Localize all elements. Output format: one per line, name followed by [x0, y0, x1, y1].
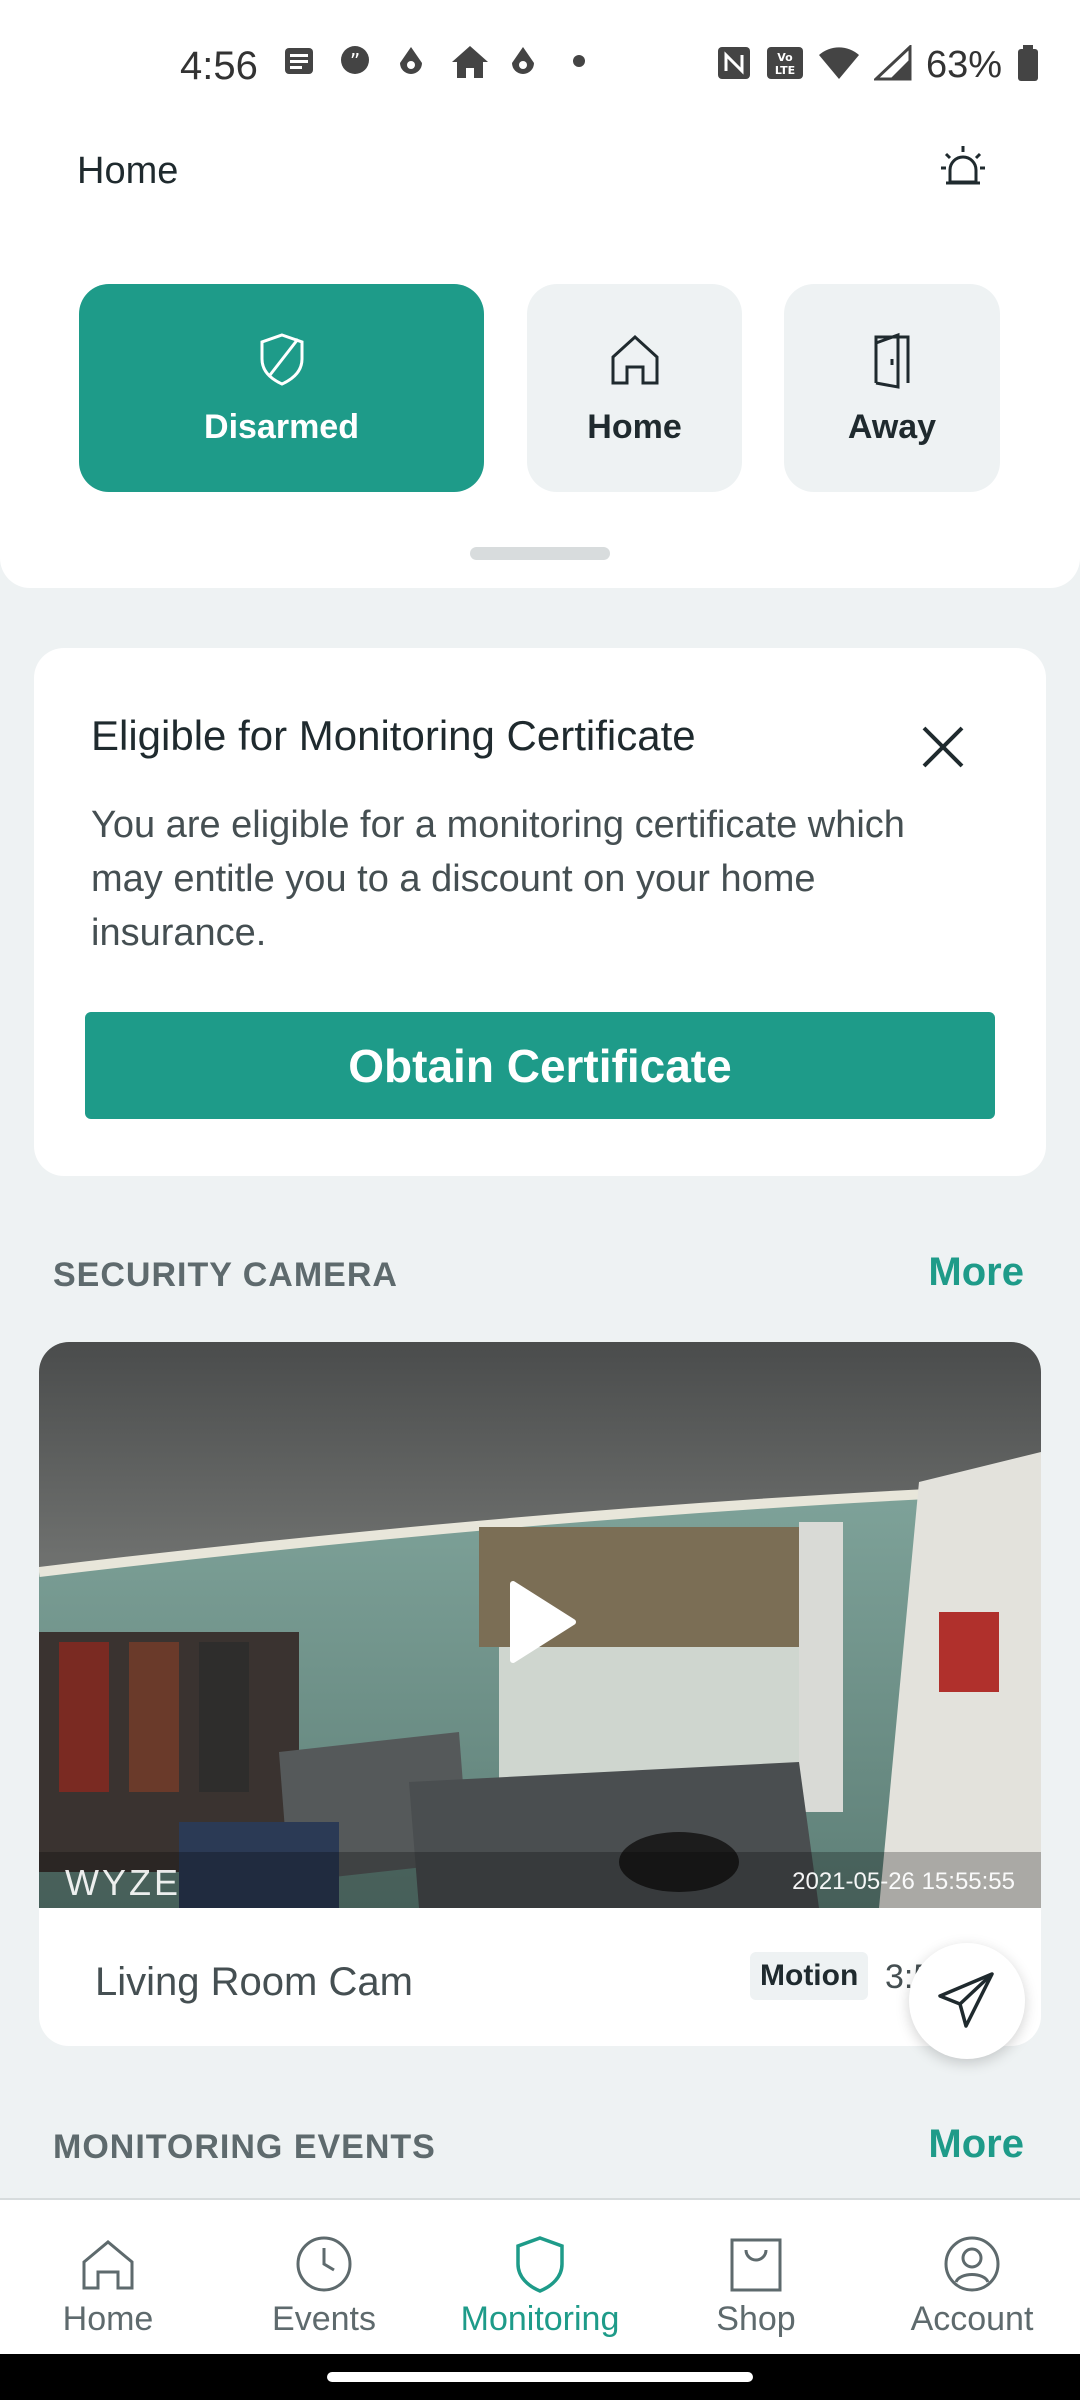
home-icon	[450, 44, 488, 78]
battery-icon	[1016, 44, 1040, 87]
mode-away-button[interactable]: Away	[784, 284, 1000, 492]
gesture-bar	[0, 2354, 1080, 2400]
home-icon	[78, 2234, 138, 2294]
camera-name: Living Room Cam	[95, 1960, 413, 2004]
security-camera-header: SECURITY CAMERA	[53, 1256, 398, 1294]
nav-label: Shop	[716, 2300, 796, 2338]
alarm-icon[interactable]	[938, 142, 988, 192]
shield-off-icon	[252, 329, 312, 394]
status-time: 4:56	[180, 44, 258, 88]
mode-label: Home	[587, 408, 682, 446]
battery-percentage: 63%	[925, 44, 1002, 86]
certificate-description: You are eligible for a monitoring certif…	[91, 804, 905, 954]
wifi-icon	[818, 45, 860, 86]
mode-sheet: Home Disarmed Home Away	[0, 130, 1080, 588]
home-icon	[605, 329, 665, 394]
nav-item-events[interactable]: Events	[216, 2200, 432, 2354]
camera-card[interactable]: WYZE 2021-05-26 15:55:55 Living Room Cam…	[39, 1342, 1041, 2046]
camera-brand-watermark: WYZE	[65, 1862, 181, 1903]
mode-label: Away	[847, 408, 937, 446]
monitoring-events-header: MONITORING EVENTS	[53, 2128, 436, 2166]
nav-label: Account	[910, 2300, 1034, 2338]
nav-item-home[interactable]: Home	[0, 2200, 216, 2354]
clock-icon	[294, 2234, 354, 2294]
nav-label: Home	[62, 2300, 154, 2338]
nfc-icon	[716, 45, 752, 86]
door-icon	[862, 329, 922, 394]
drop-icon	[394, 44, 428, 78]
quote-icon: ”	[338, 44, 372, 78]
certificate-card: Eligible for Monitoring Certificate You …	[34, 648, 1046, 1176]
monitoring-events-more-link[interactable]: More	[928, 2122, 1024, 2167]
bag-icon	[726, 2234, 786, 2294]
security-camera-more-link[interactable]: More	[928, 1250, 1024, 1295]
play-icon[interactable]	[507, 1580, 577, 1664]
mode-home-button[interactable]: Home	[527, 284, 742, 492]
page-title: Home	[77, 150, 179, 192]
notification-icons: ”	[282, 44, 596, 78]
obtain-certificate-button[interactable]: Obtain Certificate	[85, 1012, 995, 1119]
system-icons: Vo LTE 63%	[716, 43, 1040, 87]
message-icon	[282, 44, 316, 78]
bottom-navigation: Home Events Monitoring Shop Account	[0, 2198, 1080, 2354]
home-gesture-handle[interactable]	[327, 2372, 753, 2382]
svg-text:LTE: LTE	[775, 64, 795, 77]
mode-label: Disarmed	[204, 408, 359, 446]
volte-icon: Vo LTE	[766, 45, 804, 86]
nav-label: Monitoring	[460, 2300, 620, 2338]
sheet-drag-handle[interactable]	[470, 547, 610, 560]
send-icon	[936, 1968, 998, 2035]
certificate-title: Eligible for Monitoring Certificate	[91, 712, 696, 759]
status-bar: 4:56 ” Vo LTE 63%	[0, 0, 1080, 130]
signal-icon	[872, 43, 912, 86]
nav-item-monitoring[interactable]: Monitoring	[432, 2200, 648, 2354]
send-button[interactable]	[909, 1943, 1025, 2059]
svg-text:”: ”	[350, 49, 360, 73]
nav-item-account[interactable]: Account	[864, 2200, 1080, 2354]
svg-text:Vo: Vo	[777, 51, 793, 64]
shield-icon	[510, 2234, 570, 2294]
camera-timestamp: 2021-05-26 15:55:55	[792, 1868, 1015, 1895]
account-icon	[942, 2234, 1002, 2294]
mode-disarmed-button[interactable]: Disarmed	[79, 284, 484, 492]
nav-item-shop[interactable]: Shop	[648, 2200, 864, 2354]
close-icon[interactable]	[920, 724, 966, 770]
nav-label: Events	[272, 2300, 376, 2338]
drop-icon	[506, 44, 540, 78]
motion-badge: Motion	[750, 1952, 869, 2000]
dot-icon	[562, 44, 596, 78]
camera-feed[interactable]: WYZE 2021-05-26 15:55:55	[39, 1342, 1041, 1908]
